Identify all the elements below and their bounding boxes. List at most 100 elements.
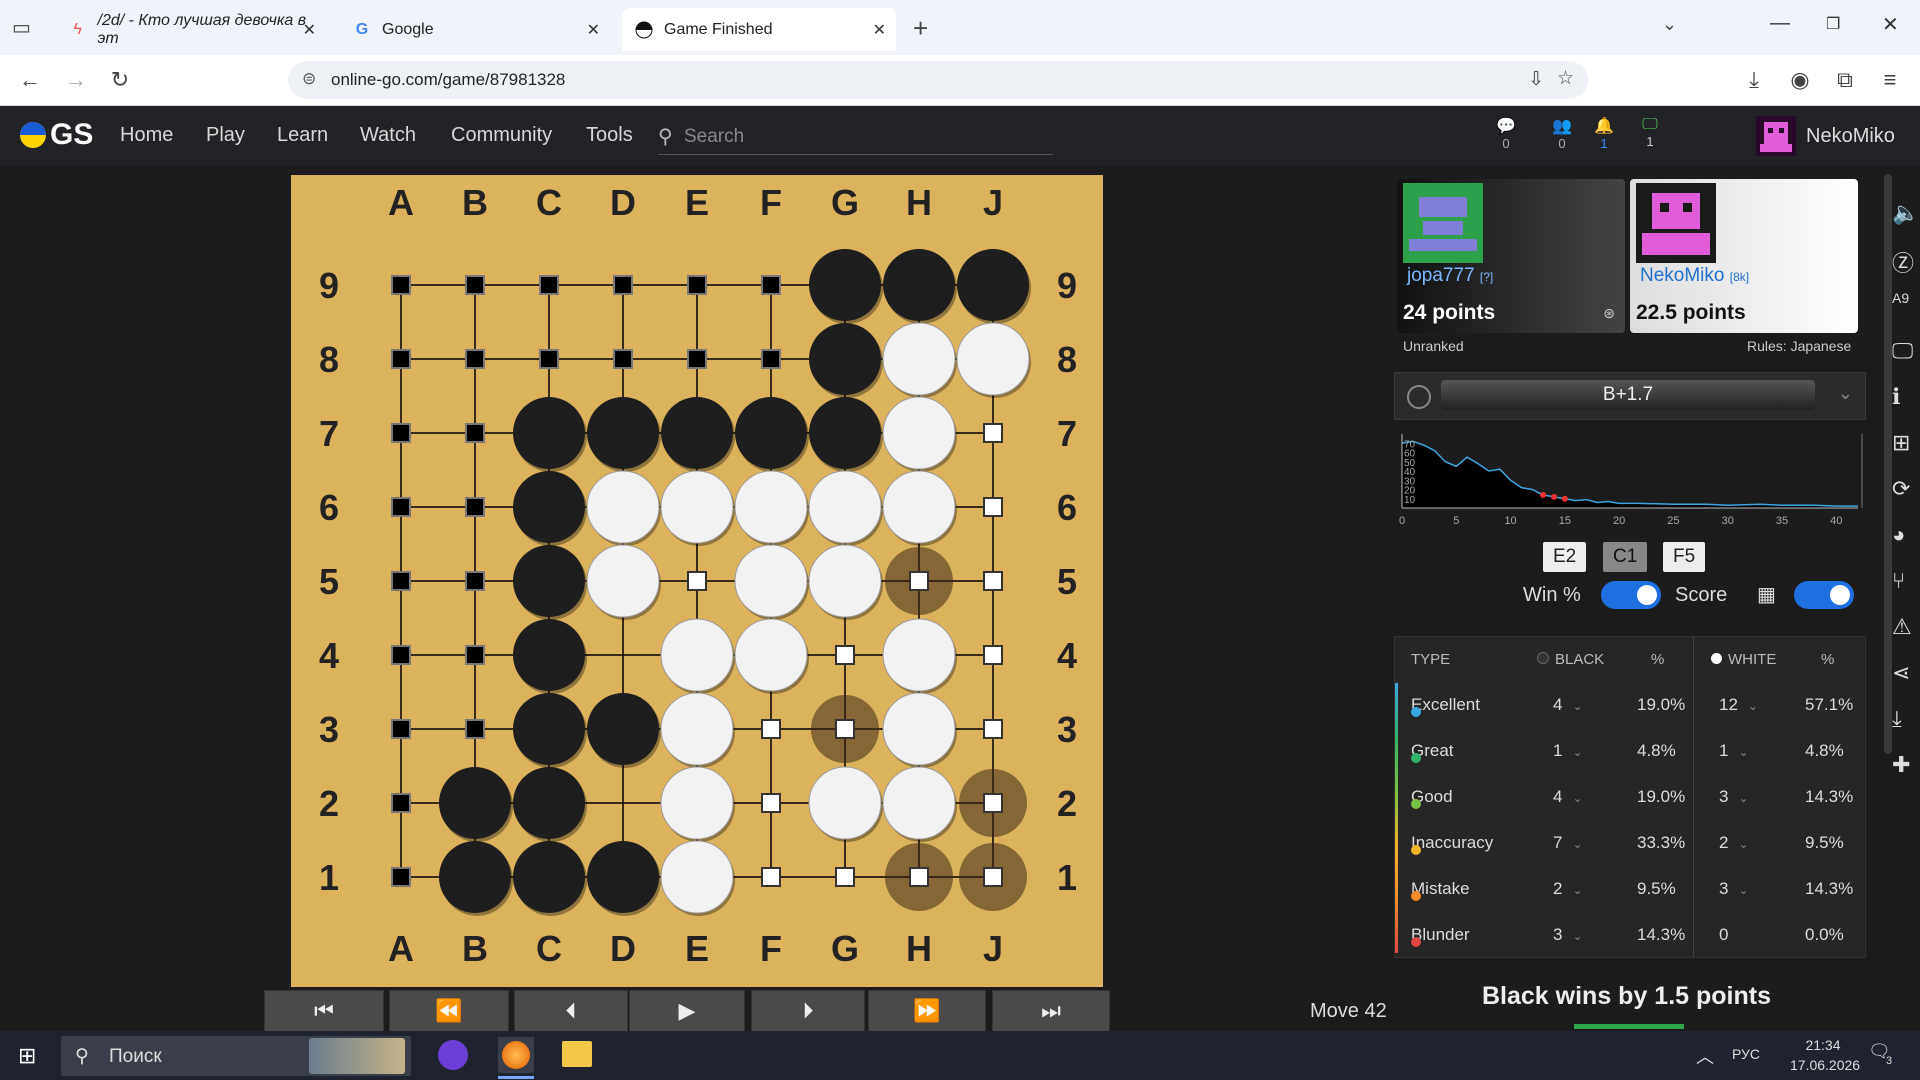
black-stone[interactable] — [587, 841, 659, 913]
score-estimate-bar[interactable]: B+1.7 ⌄ — [1394, 372, 1866, 420]
chevron-down-icon[interactable]: ⌄ — [1572, 929, 1582, 943]
nav-learn[interactable]: Learn — [277, 124, 328, 147]
black-count[interactable]: 4 ⌄ — [1553, 787, 1583, 807]
share-icon[interactable]: ⋖ — [1892, 660, 1910, 686]
white-stone[interactable] — [660, 618, 734, 692]
white-stone[interactable] — [660, 470, 734, 544]
search-box[interactable]: ⚲ Search — [658, 122, 1053, 155]
black-stone[interactable] — [809, 397, 881, 469]
black-stone[interactable] — [439, 767, 511, 839]
chevron-down-icon[interactable]: ⌄ — [1572, 837, 1582, 851]
nav-watch[interactable]: Watch — [360, 124, 416, 147]
black-stone[interactable] — [513, 619, 585, 691]
menu-icon[interactable]: ≡ — [1876, 67, 1904, 93]
white-stone[interactable] — [882, 396, 956, 470]
table-icon[interactable]: ▦ — [1757, 582, 1776, 607]
black-stone[interactable] — [587, 693, 659, 765]
tab-1[interactable]: ϟ /2d/ - Кто лучшая девочка в эт ✕ — [56, 8, 326, 51]
chevron-down-icon[interactable]: ⌄ — [1738, 837, 1748, 851]
white-stone[interactable] — [660, 692, 734, 766]
chevron-down-icon[interactable]: ⌄ — [1738, 883, 1748, 897]
white-stone[interactable] — [734, 618, 808, 692]
go-board[interactable]: A A B B C C D D E E F F G G H H J J 9 9 8 8 7 7 6 6 5 5 4 4 3 3 2 2 1 1 — [291, 175, 1103, 987]
chevron-down-icon[interactable]: ⌄ — [1572, 699, 1582, 713]
white-stone[interactable] — [734, 544, 808, 618]
file-explorer-icon[interactable] — [562, 1041, 592, 1067]
url-box[interactable]: ⊜ online-go.com/game/87981328 ⇩ ☆ — [288, 61, 1588, 99]
win-rate-chart[interactable]: 0 5 10 15 20 25 30 35 4010203040506070 — [1394, 428, 1864, 530]
table-row[interactable]: Great 1 ⌄ 4.8% 1 ⌄ 4.8% — [1395, 729, 1865, 775]
black-stone[interactable] — [513, 693, 585, 765]
fork-icon[interactable]: ⑂ — [1892, 568, 1905, 594]
account-icon[interactable]: ◉ — [1786, 67, 1814, 93]
back-icon[interactable]: ← — [16, 67, 44, 93]
variation-button-e2[interactable]: E2 — [1543, 542, 1587, 572]
black-count[interactable]: 1 ⌄ — [1553, 741, 1583, 761]
white-stone[interactable] — [882, 766, 956, 840]
white-count[interactable]: 3 ⌄ — [1719, 787, 1749, 807]
install-icon[interactable]: ⇩ — [1528, 68, 1544, 91]
scrollbar[interactable] — [1884, 174, 1892, 754]
white-stone[interactable] — [660, 766, 734, 840]
warning-icon[interactable]: ⚠ — [1892, 614, 1912, 640]
white-stone[interactable] — [882, 618, 956, 692]
white-stone[interactable] — [956, 322, 1030, 396]
table-row[interactable]: Excellent 4 ⌄ 19.0% 12 ⌄ 57.1% — [1395, 683, 1865, 729]
tree-icon[interactable]: ⊞ — [1892, 430, 1910, 456]
board-grid[interactable]: A A B B C C D D E E F F G G H H J J 9 9 8 8 7 7 6 6 5 5 4 4 3 3 2 2 1 1 — [291, 175, 1103, 987]
white-stone[interactable] — [586, 470, 660, 544]
clock[interactable]: 21:34 17.06.2026 — [1790, 1037, 1860, 1073]
window-close-button[interactable]: ✕ — [1882, 12, 1899, 37]
next-move-button[interactable]: ⏵ — [751, 990, 865, 1032]
play-button[interactable]: ▶ — [629, 990, 745, 1032]
minimize-button[interactable]: — — [1770, 12, 1790, 35]
url-text[interactable]: online-go.com/game/87981328 — [331, 70, 565, 90]
chevron-down-icon[interactable]: ⌄ — [1738, 745, 1748, 759]
black-stone[interactable] — [809, 249, 881, 321]
first-move-button[interactable]: ⏮ — [264, 990, 384, 1032]
table-row[interactable]: Blunder 3 ⌄ 14.3% 0 0.0% — [1395, 913, 1865, 959]
chevron-down-icon[interactable]: ⌄ — [1748, 699, 1758, 713]
firefox-taskbar-icon[interactable] — [498, 1037, 534, 1073]
forward-icon[interactable]: → — [62, 67, 90, 93]
white-stone[interactable] — [882, 692, 956, 766]
white-stone[interactable] — [734, 470, 808, 544]
black-stone[interactable] — [513, 841, 585, 913]
tab-3[interactable]: Game Finished ✕ — [622, 8, 896, 51]
refresh-icon[interactable]: ⟳ — [1892, 476, 1910, 502]
notifications-counter[interactable]: 🔔 1 — [1594, 116, 1614, 151]
nav-play[interactable]: Play — [206, 124, 245, 147]
prev-move-button[interactable]: ⏴ — [514, 990, 628, 1032]
download-icon[interactable]: ⤓ — [1892, 706, 1902, 732]
info-icon[interactable]: ℹ — [1892, 384, 1900, 410]
black-stone[interactable] — [513, 397, 585, 469]
white-count[interactable]: 2 ⌄ — [1719, 833, 1749, 853]
white-stone[interactable] — [660, 840, 734, 914]
chevron-down-icon[interactable]: ⌄ — [1572, 745, 1582, 759]
white-stone[interactable] — [882, 322, 956, 396]
chat-counter[interactable]: 💬 0 — [1496, 116, 1516, 151]
ogs-logo[interactable]: GS — [18, 118, 93, 152]
bookmark-star-icon[interactable]: ☆ — [1557, 67, 1574, 90]
estimate-toggle-icon[interactable] — [1407, 385, 1431, 409]
close-icon[interactable]: ✕ — [873, 20, 886, 40]
chevron-down-icon[interactable]: ⌄ — [1738, 791, 1748, 805]
variation-button-c1[interactable]: C1 — [1603, 542, 1648, 572]
table-row[interactable]: Mistake 2 ⌄ 9.5% 3 ⌄ 14.3% — [1395, 867, 1865, 913]
white-player-name[interactable]: NekoMiko [8k] — [1640, 265, 1749, 287]
white-stone[interactable] — [882, 470, 956, 544]
black-stone[interactable] — [513, 767, 585, 839]
tab-2[interactable]: G Google ✕ — [340, 8, 610, 51]
close-icon[interactable]: ✕ — [303, 20, 316, 40]
table-row[interactable]: Good 4 ⌄ 19.0% 3 ⌄ 14.3% — [1395, 775, 1865, 821]
chevron-down-icon[interactable]: ⌄ — [1572, 883, 1582, 897]
black-count[interactable]: 4 ⌄ — [1553, 695, 1583, 715]
sound-icon[interactable]: 🔈 — [1892, 200, 1919, 226]
white-count[interactable]: 1 ⌄ — [1719, 741, 1749, 761]
search-placeholder[interactable]: Search — [684, 126, 744, 148]
last-move-button[interactable]: ⏭ — [992, 990, 1110, 1032]
extensions-icon[interactable]: ⧉ — [1831, 67, 1859, 93]
white-player-card[interactable]: NekoMiko [8k] 22.5 points — [1630, 179, 1858, 333]
close-icon[interactable]: ✕ — [587, 20, 600, 40]
taskbar-search-text[interactable]: Поиск — [109, 1046, 162, 1068]
